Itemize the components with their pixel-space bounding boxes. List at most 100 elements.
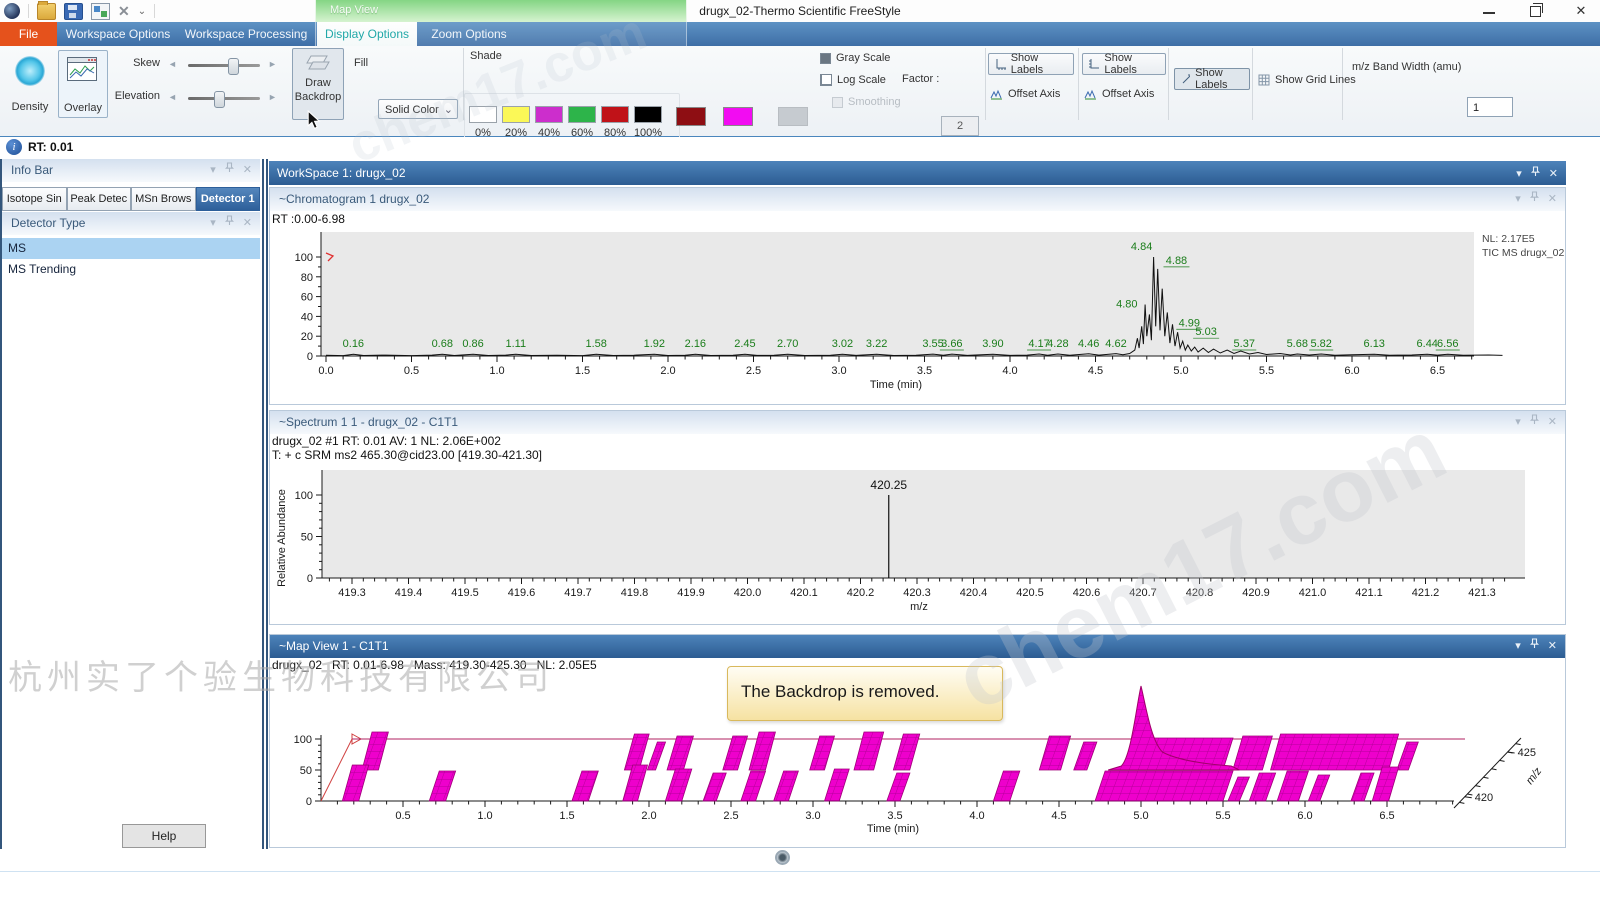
close-icon[interactable]: ✕ [243,159,252,182]
shade-option: 100% [635,106,661,139]
close-icon[interactable]: ✕ [1548,411,1557,434]
detector-type-ms[interactable]: MS [2,238,260,259]
close-icon[interactable]: ✕ [1548,635,1557,658]
svg-text:419.4: 419.4 [395,587,423,599]
shade-swatch-100%[interactable] [634,106,662,123]
shade-swatch-80%[interactable] [601,106,629,123]
line-color-swatch[interactable] [676,107,706,126]
splitter[interactable] [262,159,264,849]
tab-detector-1[interactable]: Detector 1 [196,187,261,211]
svg-text:1.11: 1.11 [506,338,527,350]
z-axis-show-labels-button[interactable]: Show Labels [1174,68,1250,90]
splitter[interactable] [266,159,268,849]
tab-workspace-processing[interactable]: Workspace Processing [184,22,308,46]
close-icon[interactable]: ✕ [1549,162,1558,186]
gray-scale-label: Gray Scale [836,52,890,64]
gray-scale-checkbox[interactable]: Gray Scale [820,52,890,64]
ribbon: Density Overlay Skew ◄ ► Elevation ◄ ► D… [0,46,1600,138]
chromatogram-panel-header[interactable]: ~Chromatogram 1 drugx_02 ▾ ✕ [270,188,1565,211]
svg-text:4.0: 4.0 [1002,365,1017,377]
elevation-decrease-icon[interactable]: ◄ [168,92,177,102]
shade-swatch-0%[interactable] [469,106,497,123]
dropdown-icon[interactable]: ▾ [1515,188,1521,211]
qat-more-icon[interactable]: ⌄ [138,6,146,17]
shade-swatch-20%[interactable] [502,106,530,123]
fill-dropdown[interactable]: Solid Color ⌄ [378,99,458,119]
svg-text:80: 80 [301,272,313,284]
shade-swatch-group: 0%20%40%60%80%100% [470,106,661,139]
svg-text:0.68: 0.68 [432,338,453,350]
detector-type-ms-trending[interactable]: MS Trending [2,259,260,280]
divider [0,871,1600,872]
tab-peak-detec[interactable]: Peak Detec [67,187,132,211]
draw-backdrop-label: Backdrop [293,91,343,103]
elevation-increase-icon[interactable]: ► [268,92,277,102]
log-scale-checkbox[interactable]: Log Scale [820,74,886,86]
pin-icon[interactable] [1531,162,1540,186]
y-axis-show-labels-button[interactable]: Show Labels [1082,53,1166,75]
tab-zoom-options[interactable]: Zoom Options [419,22,519,46]
pin-icon[interactable] [1530,411,1539,434]
info-bar-title-text: Info Bar [11,163,53,177]
svg-text:4.62: 4.62 [1105,338,1126,350]
x-axis-show-labels-button[interactable]: Show Labels [988,53,1074,75]
app-logo-icon[interactable] [4,3,20,19]
open-file-icon[interactable] [37,3,56,20]
overlay-button[interactable]: Overlay [58,50,108,118]
shade-option: 40% [536,106,562,139]
spectrum-panel-header[interactable]: ~Spectrum 1 1 - drugx_02 - C1T1 ▾ ✕ [270,411,1565,434]
skew-slider-thumb[interactable] [228,58,239,75]
dropdown-icon[interactable]: ▾ [210,159,216,182]
tab-msn-brows[interactable]: MSn Brows [131,187,196,211]
dropdown-icon[interactable]: ▾ [210,212,216,235]
detector-type-title-text: Detector Type [11,216,85,230]
elevation-slider[interactable] [188,97,260,100]
close-icon[interactable]: ✕ [243,212,252,235]
svg-text:2.16: 2.16 [685,338,706,350]
band-width-input[interactable]: 1 [1467,97,1513,117]
density-button[interactable]: Density [6,50,54,116]
pin-icon[interactable] [1530,188,1539,211]
chromatogram-chart[interactable]: 0204060801000.00.51.01.52.02.53.03.54.04… [269,228,1566,404]
pin-icon[interactable] [1530,635,1539,658]
close-icon[interactable]: ✕ [1548,188,1557,211]
y-axis-offset-axis-button[interactable]: Offset Axis [1084,84,1154,104]
export-icon[interactable] [91,3,110,20]
map-view-panel-header[interactable]: ~Map View 1 - C1T1 ▾ ✕ [270,635,1565,658]
svg-text:5.03: 5.03 [1195,326,1216,338]
svg-text:421.0: 421.0 [1299,587,1327,599]
splitter-handle[interactable] [775,850,790,865]
factor-input[interactable]: 2 [941,116,979,136]
shade-swatch-60%[interactable] [568,106,596,123]
fill-solid-color-swatch[interactable] [723,107,753,126]
svg-text:420.9: 420.9 [1242,587,1270,599]
svg-text:419.7: 419.7 [564,587,592,599]
elevation-slider-thumb[interactable] [214,91,225,108]
workspace-header[interactable]: WorkSpace 1: drugx_02 ▾ ✕ [269,161,1566,185]
dropdown-icon[interactable]: ▾ [1515,635,1521,658]
delete-icon[interactable]: ✕ [118,4,130,19]
pin-icon[interactable] [225,159,234,182]
x-axis-offset-axis-button[interactable]: Offset Axis [990,84,1060,104]
help-button[interactable]: Help [122,824,206,848]
shade-swatch-40%[interactable] [535,106,563,123]
show-grid-lines-button[interactable]: Show Grid Lines [1258,70,1356,90]
tab-workspace-options[interactable]: Workspace Options [62,22,174,46]
skew-slider[interactable] [188,64,260,67]
restore-button[interactable] [1526,3,1544,20]
tab-isotope-sin[interactable]: Isotope Sin [2,187,67,211]
minimize-button[interactable] [1480,4,1498,19]
pin-icon[interactable] [225,212,234,235]
skew-decrease-icon[interactable]: ◄ [168,59,177,69]
save-icon[interactable] [64,3,83,20]
close-button[interactable]: ✕ [1572,3,1590,19]
svg-text:421.2: 421.2 [1412,587,1440,599]
dropdown-icon[interactable]: ▾ [1516,162,1522,186]
skew-increase-icon[interactable]: ► [268,59,277,69]
svg-text:1.0: 1.0 [489,365,504,377]
dropdown-icon[interactable]: ▾ [1515,411,1521,434]
tab-display-options[interactable]: Display Options [317,22,417,46]
spectrum-chart[interactable]: 050100419.3419.4419.5419.6419.7419.8419.… [269,463,1566,623]
tab-file[interactable]: File [0,22,57,46]
backdrop-color-swatch [778,107,808,126]
